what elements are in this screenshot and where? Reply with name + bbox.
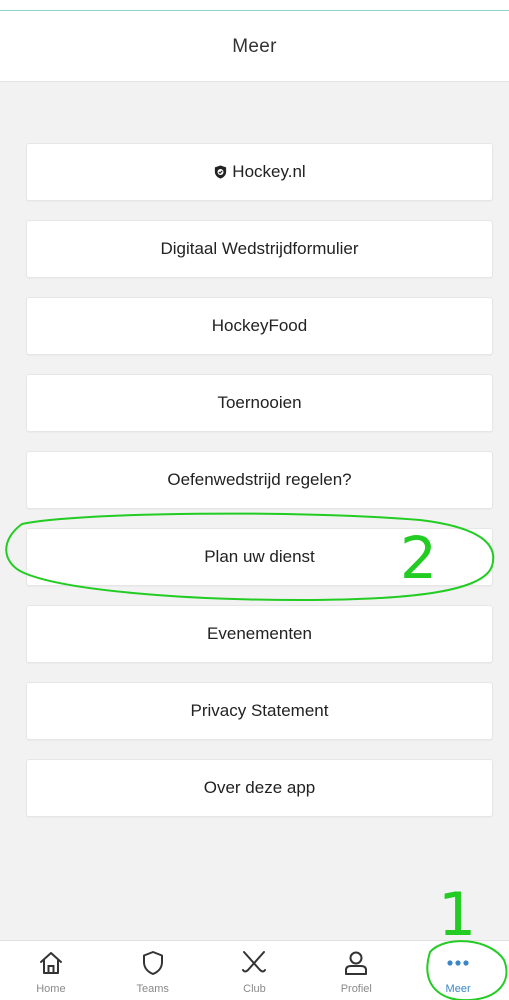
menu-item-digitaal-wedstrijdformulier[interactable]: Digitaal Wedstrijdformulier	[26, 220, 493, 278]
menu-item-over-deze-app[interactable]: Over deze app	[26, 759, 493, 817]
tab-club[interactable]: Club	[204, 941, 306, 1000]
menu-item-label: Hockey.nl	[232, 162, 306, 181]
user-icon	[345, 951, 368, 975]
tab-label: Club	[243, 983, 266, 995]
more-dots-icon	[447, 960, 469, 966]
menu-item-plan-uw-dienst[interactable]: Plan uw dienst	[26, 528, 493, 586]
menu-item-label: Plan uw dienst	[204, 547, 315, 566]
menu-item-label: Evenementen	[207, 624, 312, 643]
tab-label: Home	[36, 983, 66, 995]
menu-item-label: Privacy Statement	[190, 701, 329, 720]
menu-item-label: Over deze app	[203, 778, 316, 797]
menu-list: Hockey.nl Digitaal Wedstrijdformulier Ho…	[26, 143, 493, 836]
menu-item-label: Oefenwedstrijd regelen?	[167, 470, 352, 489]
tab-label: Meer	[445, 983, 471, 995]
tab-teams[interactable]: Teams	[102, 941, 204, 1000]
tab-label: Teams	[136, 983, 169, 995]
status-divider	[0, 10, 509, 11]
shield-check-icon	[213, 164, 228, 180]
menu-item-hockey-nl[interactable]: Hockey.nl	[26, 143, 493, 201]
menu-item-label: Toernooien	[217, 393, 302, 412]
menu-item-hockeyfood[interactable]: HockeyFood	[26, 297, 493, 355]
shield-icon	[142, 951, 163, 975]
header-bar: Meer	[0, 0, 509, 82]
menu-item-evenementen[interactable]: Evenementen	[26, 605, 493, 663]
bottom-tab-bar: Home Teams Club Profiel Meer	[0, 940, 509, 1000]
tab-meer[interactable]: Meer	[407, 941, 509, 1000]
menu-item-label: Digitaal Wedstrijdformulier	[160, 239, 359, 258]
tab-home[interactable]: Home	[0, 941, 102, 1000]
menu-item-privacy-statement[interactable]: Privacy Statement	[26, 682, 493, 740]
tab-label: Profiel	[340, 983, 372, 995]
menu-item-label: HockeyFood	[211, 316, 308, 335]
menu-item-oefenwedstrijd[interactable]: Oefenwedstrijd regelen?	[26, 451, 493, 509]
tab-profiel[interactable]: Profiel	[305, 941, 407, 1000]
menu-item-toernooien[interactable]: Toernooien	[26, 374, 493, 432]
page-title: Meer	[232, 35, 277, 57]
crossed-sticks-icon	[242, 951, 267, 973]
home-icon	[39, 952, 62, 974]
